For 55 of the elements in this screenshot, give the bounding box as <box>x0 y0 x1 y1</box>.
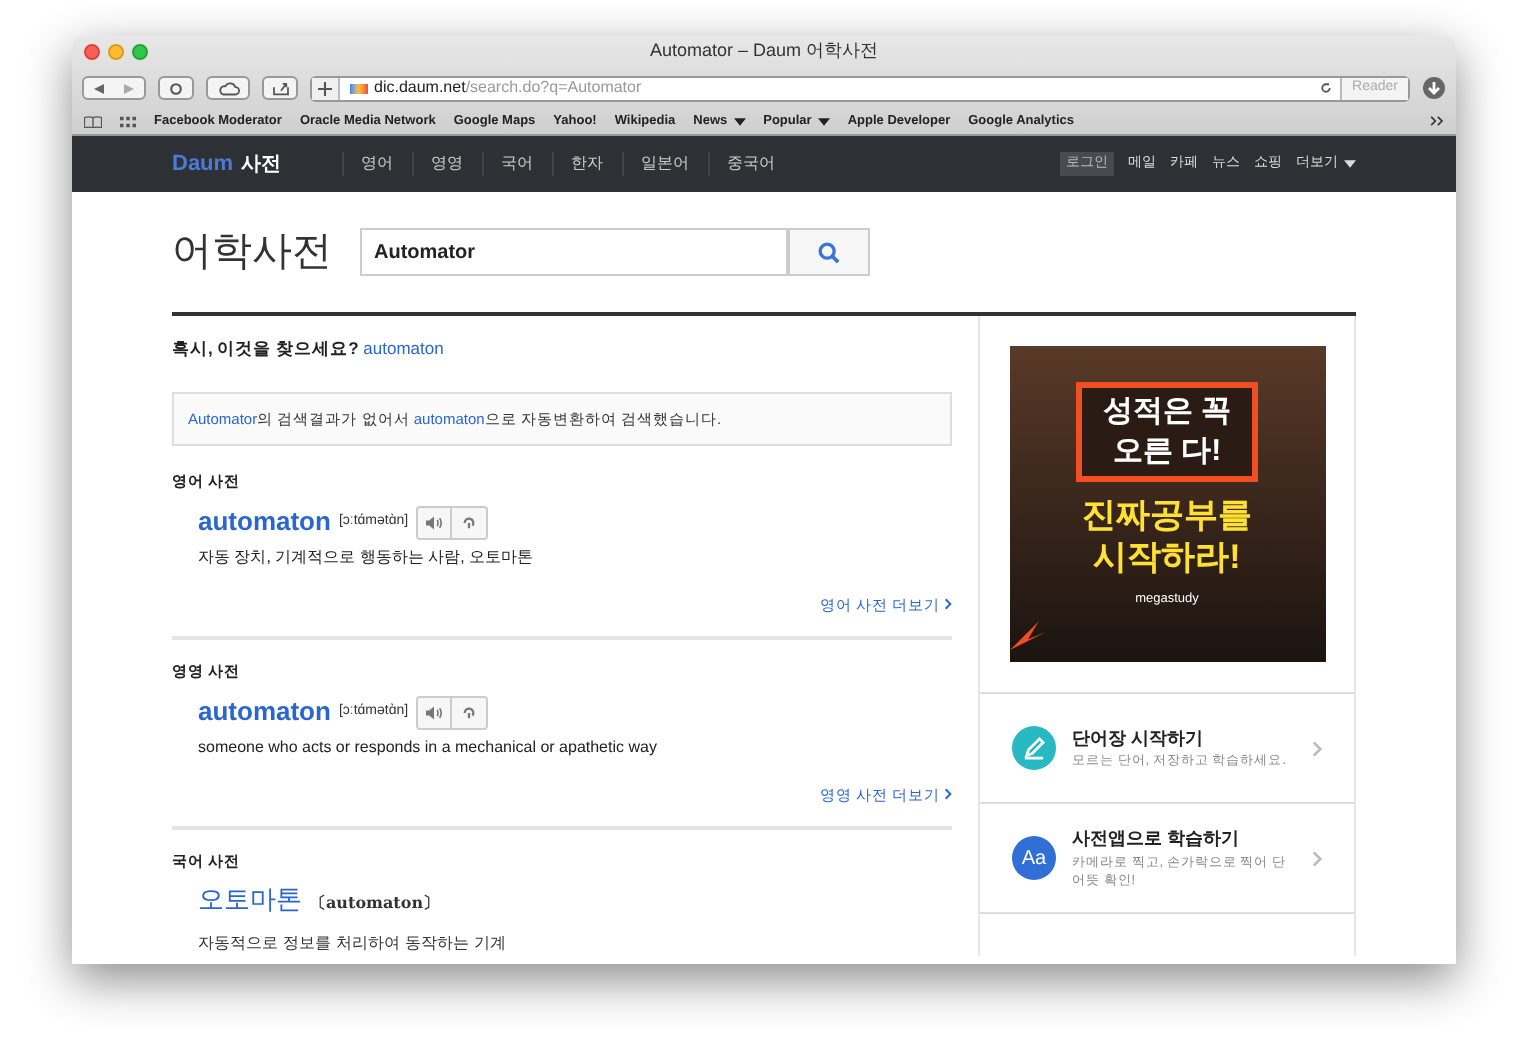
headword-link[interactable]: automaton <box>198 502 331 542</box>
plus-icon[interactable] <box>318 81 332 95</box>
double-chevron-icon[interactable] <box>1430 116 1444 126</box>
nav-tab[interactable]: 영영 <box>411 152 482 176</box>
back-forward-control[interactable] <box>82 76 146 100</box>
definition-text: 자동 장치, 기계적으로 행동하는 사람, 오토마톤 <box>196 545 536 570</box>
window-title: Automator – Daum 어학사전 <box>649 38 879 65</box>
suggestion-link[interactable]: automaton <box>363 338 444 358</box>
book-icon[interactable] <box>84 115 102 127</box>
grid-icon[interactable] <box>120 115 136 127</box>
promo-title: 사전앱으로 학습하기 <box>1072 826 1242 853</box>
speaker-icon <box>426 515 443 529</box>
cloud-icon <box>217 81 239 95</box>
search-icon <box>818 241 840 263</box>
promo-title: 단어장 시작하기 <box>1072 725 1206 752</box>
nav-tab[interactable]: 국어 <box>481 152 552 176</box>
section-title: 사전 <box>241 151 282 179</box>
share-button[interactable] <box>262 76 298 100</box>
definition-text: 자동적으로 정보를 처리하여 동작하는 기계 <box>196 931 509 956</box>
nav-tab[interactable]: 한자 <box>551 152 622 176</box>
chevron-right-icon <box>944 598 952 611</box>
share-icon <box>271 81 289 95</box>
reading-list-button[interactable] <box>158 76 194 100</box>
search-button[interactable] <box>788 228 870 276</box>
caret-icon <box>1344 160 1356 168</box>
definition-text: someone who acts or responds in a mechanical or apathetic way <box>196 735 659 760</box>
ad-headline: 오른 다! <box>1112 432 1222 472</box>
pencil-icon <box>1012 726 1056 770</box>
ad-slogan: 진짜공부를 <box>1082 494 1252 536</box>
site-favicon <box>350 83 368 93</box>
chevron-right-icon <box>1312 849 1322 867</box>
headword-link[interactable]: automaton <box>198 692 331 732</box>
ad-headline: 성적은 꼭 <box>1102 392 1232 432</box>
app-icon: Aa <box>1012 836 1056 880</box>
caret-icon <box>733 117 746 125</box>
headword-link[interactable]: 오토마톤 <box>198 882 302 922</box>
speaker-icon <box>426 705 443 719</box>
download-icon[interactable] <box>1422 76 1446 100</box>
url-text: dic.daum.net/search.do?q=Automator <box>374 76 644 100</box>
chevron-right-icon <box>944 788 952 801</box>
suggestion-text: 혹시, 이것을 찾으세요? automaton <box>172 336 446 362</box>
nav-tab[interactable]: 일본어 <box>621 152 708 176</box>
search-field[interactable]: Automator <box>360 228 788 276</box>
caret-icon <box>817 117 830 125</box>
ad-slogan: 시작하라! <box>1093 536 1241 578</box>
zoom-window-icon[interactable] <box>132 44 148 60</box>
pronunciation-text: 〔automaton〕 <box>310 890 440 914</box>
reload-icon[interactable] <box>1320 82 1333 94</box>
icloud-button[interactable] <box>206 76 250 100</box>
close-window-icon[interactable] <box>84 44 100 60</box>
nav-tab[interactable]: 영어 <box>341 152 412 176</box>
back-icon[interactable] <box>94 83 104 93</box>
dictionary-title: 어학사전 <box>172 228 332 278</box>
chevron-right-icon <box>1312 739 1322 757</box>
nav-tab[interactable]: 중국어 <box>707 152 794 176</box>
